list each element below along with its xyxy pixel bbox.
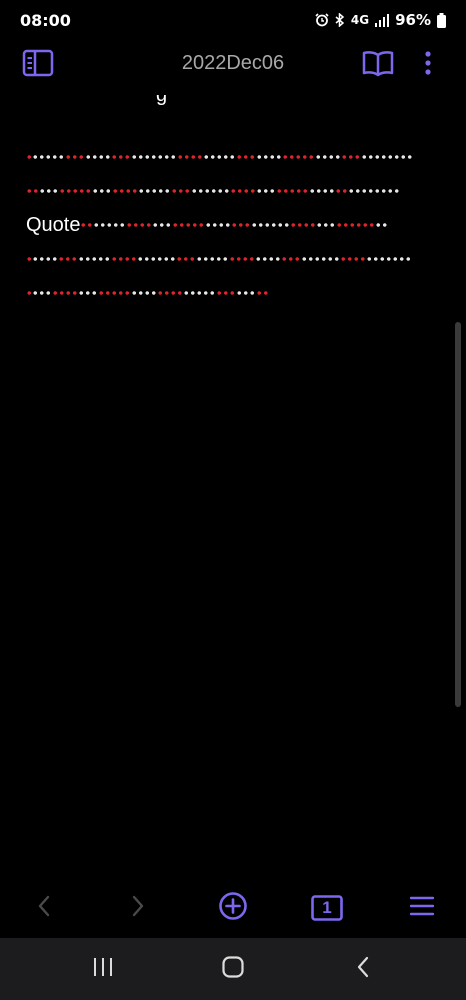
back-navigation-button[interactable] (14, 882, 74, 934)
recent-apps-icon (92, 957, 114, 982)
main-menu-button[interactable] (392, 882, 452, 934)
system-navigation-bar (0, 938, 466, 1000)
status-time: 08:00 (20, 10, 71, 30)
note-content[interactable]: g Quote (26, 95, 426, 310)
app-header: 2022Dec06 (0, 40, 466, 90)
quote-word: Quote (26, 213, 81, 236)
text-line (26, 276, 426, 310)
reading-mode-button[interactable] (358, 48, 398, 82)
home-button[interactable] (198, 938, 268, 1000)
new-note-icon (218, 891, 248, 926)
bluetooth-icon (335, 13, 345, 27)
chevron-left-icon (37, 895, 51, 922)
status-icons: 4G 96% (315, 11, 446, 29)
network-4g-icon: 4G (350, 13, 370, 27)
scrollbar[interactable] (455, 322, 461, 707)
back-icon (356, 956, 370, 983)
new-note-button[interactable] (203, 882, 263, 934)
tab-switcher-button[interactable]: 1 (297, 882, 357, 934)
reading-mode-icon (362, 49, 394, 82)
text-line (26, 242, 426, 276)
battery-text: 96% (395, 11, 431, 29)
tab-count: 1 (322, 898, 332, 917)
bottom-toolbar: 1 (0, 882, 466, 934)
menu-icon (409, 895, 435, 922)
home-icon (222, 955, 244, 983)
battery-icon (437, 12, 446, 28)
status-bar: 08:00 4G 96% (0, 0, 466, 40)
signal-icon (375, 13, 390, 27)
more-options-button[interactable] (414, 48, 442, 82)
forward-navigation-button[interactable] (108, 882, 168, 934)
system-back-button[interactable] (328, 938, 398, 1000)
clipped-text-line: g (156, 95, 426, 105)
text-line (26, 140, 426, 174)
text-line-quote: Quote (26, 208, 426, 242)
chevron-right-icon (131, 895, 145, 922)
more-vertical-icon (425, 50, 431, 81)
text-line (26, 174, 426, 208)
alarm-icon (315, 13, 329, 27)
recent-apps-button[interactable] (68, 938, 138, 1000)
tab-count-icon: 1 (311, 895, 343, 921)
